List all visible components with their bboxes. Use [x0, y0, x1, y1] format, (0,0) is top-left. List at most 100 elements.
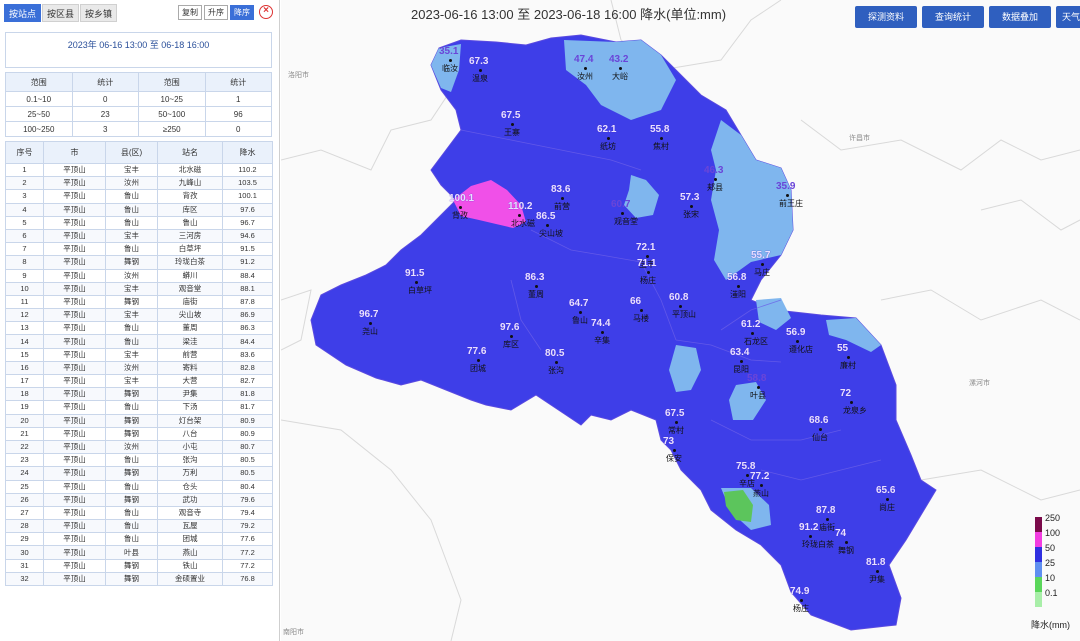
station-dot[interactable]	[679, 305, 682, 308]
table-row[interactable]: 16 平顶山 汝州 寄料 82.8	[5, 360, 273, 376]
station-dot[interactable]	[850, 401, 853, 404]
station-dot[interactable]	[673, 449, 676, 452]
city-label-luoyang: 洛阳市	[288, 72, 309, 79]
tab-by-town[interactable]: 按乡镇	[80, 4, 118, 22]
table-row[interactable]: 1 平顶山 宝丰 北水磁 110.2	[5, 162, 273, 178]
tab-by-station[interactable]: 按站点	[4, 4, 42, 22]
table-cell: 29	[5, 532, 44, 547]
table-row[interactable]: 25 平顶山 鲁山 仓头 80.4	[5, 479, 273, 494]
station-dot[interactable]	[690, 205, 693, 208]
table-row[interactable]: 11 平顶山 舞钢 庙街 87.8	[5, 294, 273, 310]
station-dot[interactable]	[809, 535, 812, 538]
table-row[interactable]: 18 平顶山 舞钢 尹集 81.8	[5, 387, 273, 402]
table-row[interactable]: 12 平顶山 宝丰 尖山坡 86.9	[5, 308, 273, 323]
data-overlay-button[interactable]: 数据叠加	[989, 6, 1051, 28]
table-row[interactable]: 28 平顶山 鲁山 瓦屋 79.2	[5, 519, 273, 534]
table-row[interactable]: 3 平顶山 鲁山 背孜 100.1	[5, 189, 273, 204]
table-row[interactable]: 8 平顶山 舞钢 玲珑白茶 91.2	[5, 255, 273, 270]
station-dot[interactable]	[660, 137, 663, 140]
station-header[interactable]: 站名	[157, 141, 223, 164]
station-dot[interactable]	[561, 197, 564, 200]
station-dot[interactable]	[511, 123, 514, 126]
table-row[interactable]: 32 平顶山 舞钢 金硕置业 76.8	[5, 571, 273, 587]
station-dot[interactable]	[601, 331, 604, 334]
station-dot[interactable]	[584, 67, 587, 70]
table-row[interactable]: 5 平顶山 鲁山 鲁山 96.7	[5, 215, 273, 230]
station-dot[interactable]	[546, 224, 549, 227]
station-dot[interactable]	[579, 311, 582, 314]
station-header[interactable]: 降水	[222, 141, 273, 164]
table-row[interactable]: 4 平顶山 鲁山 库区 97.6	[5, 202, 273, 217]
copy-button[interactable]: 复制	[178, 5, 202, 20]
station-dot[interactable]	[607, 137, 610, 140]
table-row[interactable]: 9 平顶山 汝州 蟒川 88.4	[5, 268, 273, 283]
table-row[interactable]: 22 平顶山 汝州 小屯 80.7	[5, 439, 273, 455]
table-row[interactable]: 7 平顶山 鲁山 白草坪 91.5	[5, 242, 273, 257]
table-cell: 5	[5, 215, 44, 230]
station-dot[interactable]	[746, 474, 749, 477]
table-row[interactable]: 26 平顶山 舞钢 武功 79.6	[5, 492, 273, 507]
station-header[interactable]: 县(区)	[105, 141, 158, 164]
station-dot[interactable]	[796, 340, 799, 343]
station-dot[interactable]	[640, 309, 643, 312]
station-dot[interactable]	[845, 541, 848, 544]
table-row[interactable]: 29 平顶山 鲁山 团城 77.6	[5, 532, 273, 547]
table-row[interactable]: 2 平顶山 汝州 九峰山 103.5	[5, 176, 273, 191]
table-row[interactable]: 31 平顶山 舞钢 铁山 77.2	[5, 558, 273, 573]
station-dot[interactable]	[675, 421, 678, 424]
station-dot[interactable]	[740, 360, 743, 363]
station-dot[interactable]	[415, 281, 418, 284]
station-dot[interactable]	[555, 361, 558, 364]
station-dot[interactable]	[886, 498, 889, 501]
weather-button[interactable]: 天气	[1056, 6, 1080, 28]
station-value: 74.9	[790, 586, 810, 597]
map-area[interactable]: 2023-06-16 13:00 至 2023-06-18 16:00 降水(单…	[281, 0, 1080, 641]
station-header[interactable]: 市	[43, 141, 106, 164]
table-row[interactable]: 21 平顶山 舞钢 八台 80.9	[5, 426, 273, 441]
station-dot[interactable]	[369, 322, 372, 325]
station-dot[interactable]	[477, 359, 480, 362]
table-row[interactable]: 13 平顶山 鲁山 董周 86.3	[5, 321, 273, 336]
table-row[interactable]: 14 平顶山 鲁山 梁洼 84.4	[5, 334, 273, 349]
station-dot[interactable]	[751, 332, 754, 335]
table-row[interactable]: 23 平顶山 鲁山 张沟 80.5	[5, 453, 273, 468]
query-stats-button[interactable]: 查询统计	[922, 6, 984, 28]
table-row[interactable]: 17 平顶山 宝丰 大营 82.7	[5, 373, 273, 389]
table-row[interactable]: 10 平顶山 宝丰 观音堂 88.1	[5, 281, 273, 296]
close-icon[interactable]: ×	[259, 5, 273, 19]
sort-asc-button[interactable]: 升序	[204, 5, 228, 20]
station-dot[interactable]	[479, 69, 482, 72]
station-dot[interactable]	[714, 178, 717, 181]
detection-data-button[interactable]: 探测资料	[855, 6, 917, 28]
station-dot[interactable]	[800, 599, 803, 602]
station-dot[interactable]	[826, 518, 829, 521]
table-row[interactable]: 19 平顶山 鲁山 下汤 81.7	[5, 400, 273, 415]
station-dot[interactable]	[786, 194, 789, 197]
station-dot[interactable]	[647, 271, 650, 274]
station-dot[interactable]	[876, 570, 879, 573]
station-dot[interactable]	[621, 212, 624, 215]
station-name: 焦村	[653, 142, 669, 151]
sort-desc-button[interactable]: 降序	[230, 5, 254, 20]
station-dot[interactable]	[535, 285, 538, 288]
table-row[interactable]: 20 平顶山 舞钢 灯台架 80.9	[5, 413, 273, 428]
tab-by-county[interactable]: 按区县	[42, 4, 80, 22]
station-dot[interactable]	[760, 484, 763, 487]
station-dot[interactable]	[761, 263, 764, 266]
table-row[interactable]: 6 平顶山 宝丰 三河房 94.6	[5, 228, 273, 244]
table-row[interactable]: 24 平顶山 舞钢 万利 80.5	[5, 466, 273, 481]
station-dot[interactable]	[459, 206, 462, 209]
station-dot[interactable]	[847, 356, 850, 359]
station-dot[interactable]	[449, 59, 452, 62]
station-dot[interactable]	[757, 386, 760, 389]
station-header[interactable]: 序号	[5, 141, 44, 164]
table-row[interactable]: 27 平顶山 鲁山 观音寺 79.4	[5, 505, 273, 521]
station-dot[interactable]	[510, 335, 513, 338]
station-dot[interactable]	[819, 428, 822, 431]
station-dot[interactable]	[737, 285, 740, 288]
station-dot[interactable]	[518, 214, 521, 217]
station-dot[interactable]	[619, 67, 622, 70]
station-value: 46.3	[704, 165, 724, 176]
table-row[interactable]: 15 平顶山 宝丰 前营 83.6	[5, 347, 273, 362]
table-row[interactable]: 30 平顶山 叶县 燕山 77.2	[5, 545, 273, 560]
